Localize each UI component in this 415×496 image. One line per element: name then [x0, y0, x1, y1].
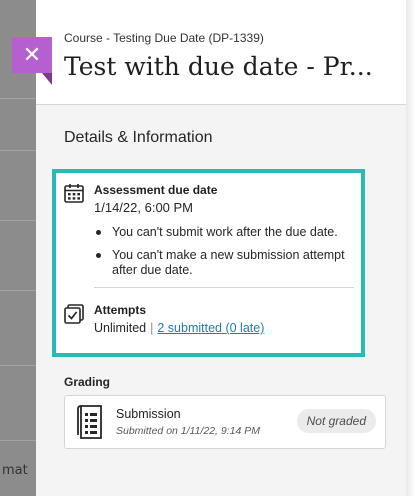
due-date-label: Assessment due date: [94, 183, 218, 197]
details-box: Assessment due date 1/14/22, 6:00 PM You…: [52, 169, 365, 357]
divider: [94, 287, 354, 288]
background-partial-text: mat: [2, 463, 28, 478]
grade-status-badge: Not graded: [296, 409, 376, 433]
attempts-icon: [64, 304, 84, 324]
attempts-label: Attempts: [94, 303, 147, 317]
submissions-link[interactable]: 2 submitted (0 late): [157, 321, 264, 335]
due-note: You can't make a new submission attempt …: [94, 248, 364, 278]
breadcrumb: Course - Testing Due Date (DP-1339): [64, 31, 264, 45]
section-title: Details & Information: [64, 129, 213, 146]
submission-title: Submission: [116, 407, 181, 421]
grading-heading: Grading: [64, 375, 111, 389]
close-icon[interactable]: ✕: [12, 37, 52, 73]
attempts-value: Unlimited: [94, 321, 147, 335]
page-title: Test with due date - Pr...: [64, 52, 373, 81]
close-tab-fold: [42, 73, 52, 85]
calendar-icon: [64, 184, 84, 203]
panel-header: Course - Testing Due Date (DP-1339) Test…: [36, 0, 406, 105]
attempts-info: Unlimited | 2 submitted (0 late): [94, 321, 264, 335]
submission-card[interactable]: Submission Submitted on 1/11/22, 9:14 PM…: [64, 395, 386, 449]
submission-icon: [77, 405, 102, 439]
background-divider: [0, 220, 36, 221]
panel-content: Details & Information Assessment due dat…: [36, 105, 406, 496]
background-divider: [0, 365, 36, 366]
attempts-separator: |: [150, 321, 154, 335]
due-date-value: 1/14/22, 6:00 PM: [94, 200, 194, 215]
details-panel: Course - Testing Due Date (DP-1339) Test…: [36, 0, 406, 496]
panel-shadow: [406, 0, 415, 496]
background-divider: [0, 98, 36, 99]
background-divider: [0, 150, 36, 151]
submission-date: Submitted on 1/11/22, 9:14 PM: [116, 425, 260, 437]
due-note: You can't submit work after the due date…: [94, 225, 364, 240]
close-button[interactable]: ✕: [12, 37, 52, 85]
background-divider: [0, 290, 36, 291]
background-divider: [0, 440, 36, 441]
due-date-notes: You can't submit work after the due date…: [94, 217, 364, 278]
